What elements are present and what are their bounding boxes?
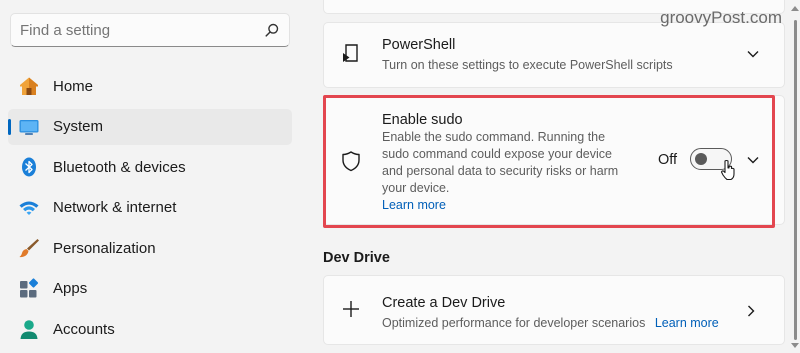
nav-list: Home System Bluetooth & devices Network …: [8, 68, 292, 352]
watermark: groovyPost.com: [660, 8, 782, 27]
toggle-state-label: Off: [658, 152, 678, 168]
description-line: sudo command could expose your device: [382, 147, 612, 161]
sidebar-item-home[interactable]: Home: [8, 68, 292, 104]
enable-sudo-title: Enable sudo: [382, 112, 463, 128]
powershell-icon: [343, 44, 358, 62]
sidebar-item-label: Personalization: [53, 239, 156, 257]
search-icon[interactable]: [265, 23, 279, 37]
shield-icon: [342, 151, 360, 172]
powershell-setting-card[interactable]: PowerShell Turn on these settings to exe…: [323, 22, 785, 88]
toggle-knob: [695, 152, 707, 165]
chevron-down-icon[interactable]: [746, 47, 760, 61]
scrollbar[interactable]: [790, 0, 800, 353]
sidebar-item-network[interactable]: Network & internet: [8, 190, 292, 226]
sidebar-item-system[interactable]: System: [8, 108, 292, 145]
sidebar-item-apps[interactable]: Apps: [8, 271, 292, 307]
accounts-icon: [18, 318, 40, 340]
description-line: Enable the sudo command. Running the: [382, 130, 606, 144]
active-indicator: [8, 118, 11, 135]
description-line: and personal data to security risks or h…: [382, 164, 619, 178]
scroll-up-icon[interactable]: [791, 6, 799, 11]
sidebar: Home System Bluetooth & devices: [0, 0, 303, 353]
chevron-down-icon[interactable]: [746, 153, 760, 167]
dev-drive-description-text: Optimized performance for developer scen…: [382, 316, 646, 330]
sidebar-item-label: System: [53, 118, 104, 135]
create-dev-drive-description: Optimized performance for developer scen…: [382, 315, 719, 332]
scroll-thumb[interactable]: [794, 20, 797, 340]
brush-icon: [18, 237, 40, 259]
sidebar-item-accounts[interactable]: Accounts: [8, 311, 292, 347]
create-dev-drive-title: Create a Dev Drive: [382, 295, 506, 311]
bluetooth-icon: [18, 156, 40, 178]
sidebar-item-personalization[interactable]: Personalization: [8, 230, 292, 266]
sidebar-item-label: Apps: [53, 280, 88, 297]
sidebar-item-label: Bluetooth & devices: [53, 158, 186, 176]
sidebar-item-label: Accounts: [53, 320, 115, 338]
powershell-description: Turn on these settings to execute PowerS…: [382, 58, 673, 72]
system-icon: [18, 116, 40, 138]
description-line: your device.: [382, 181, 450, 195]
home-icon: [18, 75, 40, 97]
dev-drive-heading: Dev Drive: [323, 250, 390, 266]
search-input[interactable]: [20, 14, 260, 46]
learn-more-link[interactable]: Learn more: [382, 197, 446, 214]
sidebar-item-label: Home: [53, 77, 94, 95]
scroll-down-icon[interactable]: [791, 343, 799, 348]
create-dev-drive-card[interactable]: Create a Dev Drive Optimized performance…: [323, 275, 785, 345]
learn-more-link[interactable]: Learn more: [655, 316, 719, 330]
powershell-title: PowerShell: [382, 37, 456, 53]
apps-icon: [18, 277, 40, 300]
sidebar-item-label: Network & internet: [53, 199, 177, 216]
chevron-right-icon[interactable]: [744, 304, 758, 318]
search-box[interactable]: [10, 13, 290, 47]
mouse-cursor-icon: [720, 159, 735, 181]
enable-sudo-description: Enable the sudo command. Running the sud…: [382, 129, 618, 197]
main-content: PowerShell Turn on these settings to exe…: [303, 0, 785, 353]
sidebar-item-bluetooth[interactable]: Bluetooth & devices: [8, 149, 292, 185]
enable-sudo-setting-card[interactable]: Enable sudo Enable the sudo command. Run…: [323, 95, 785, 225]
wifi-icon: [18, 197, 40, 219]
plus-icon: [343, 301, 359, 317]
